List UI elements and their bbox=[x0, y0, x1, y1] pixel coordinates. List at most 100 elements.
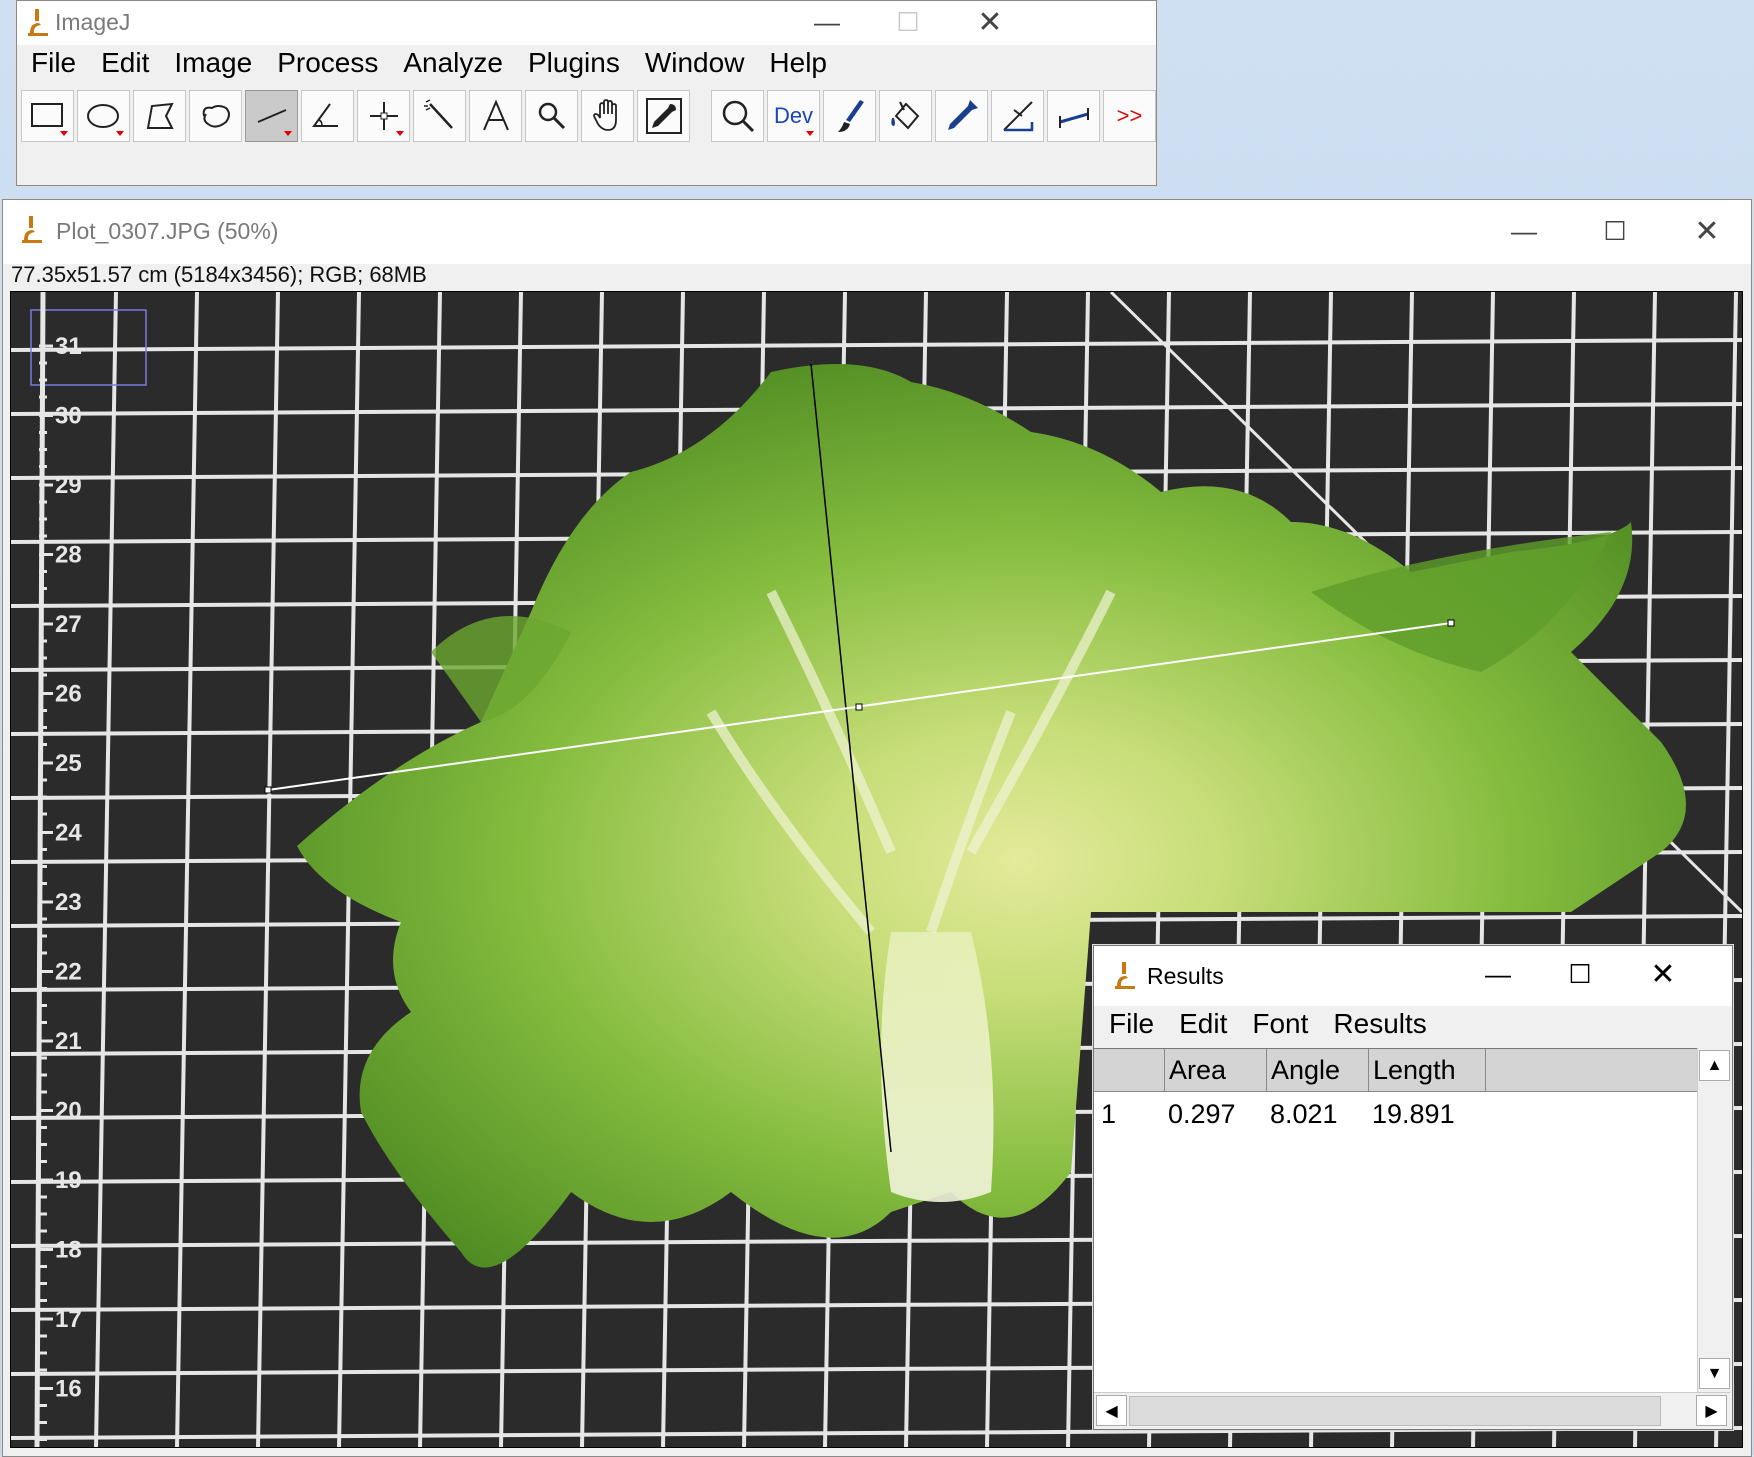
grid-line bbox=[94, 292, 118, 1447]
flood-fill-tool[interactable] bbox=[879, 90, 932, 142]
ruler-label: 28 bbox=[55, 542, 82, 569]
wand-icon bbox=[423, 99, 453, 129]
ruler-label: 22 bbox=[55, 959, 82, 986]
menu-window[interactable]: Window bbox=[645, 47, 745, 79]
straight-line-icon bbox=[257, 109, 286, 123]
column-header-length[interactable]: Length bbox=[1368, 1049, 1486, 1091]
window-title: ImageJ bbox=[55, 9, 131, 35]
menu-edit[interactable]: Edit bbox=[101, 47, 149, 79]
imagej-main-window: ImageJ — ☐ ✕ File Edit Image Process Ana… bbox=[16, 0, 1157, 186]
polygon-icon bbox=[146, 102, 174, 129]
text-icon bbox=[482, 99, 509, 131]
minimize-button[interactable]: — bbox=[812, 5, 842, 39]
scroll-left-arrow-icon[interactable]: ◀ bbox=[1096, 1395, 1127, 1426]
horizontal-scroll-thumb[interactable] bbox=[1129, 1396, 1661, 1426]
polygon-tool[interactable] bbox=[133, 90, 186, 142]
wand-tool[interactable] bbox=[413, 90, 466, 142]
maximize-button[interactable]: ☐ bbox=[1599, 214, 1631, 248]
crosshair-icon bbox=[369, 102, 398, 130]
cell-area: 0.297 bbox=[1168, 1099, 1236, 1129]
magnifier-tool[interactable] bbox=[525, 90, 578, 142]
horizontal-scrollbar[interactable]: ◀ ▶ bbox=[1094, 1392, 1730, 1428]
menu-analyze[interactable]: Analyze bbox=[403, 47, 503, 79]
maximize-button[interactable]: ☐ bbox=[1564, 956, 1596, 992]
magnifier-icon bbox=[538, 102, 565, 130]
menu-plugins[interactable]: Plugins bbox=[528, 47, 620, 79]
imagej-menubar: File Edit Image Process Analyze Plugins … bbox=[31, 47, 1156, 79]
ruler-label: 19 bbox=[55, 1167, 82, 1194]
more-tools-button[interactable]: >> bbox=[1103, 90, 1156, 142]
text-tool[interactable] bbox=[469, 90, 522, 142]
minimize-button[interactable]: — bbox=[1482, 956, 1514, 992]
ruler-label: 23 bbox=[55, 889, 82, 916]
grid-line bbox=[175, 292, 199, 1447]
hand-icon bbox=[592, 99, 617, 131]
results-titlebar[interactable]: Results — ☐ ✕ bbox=[1094, 946, 1732, 1006]
menu-process[interactable]: Process bbox=[277, 47, 378, 79]
close-button[interactable]: ✕ bbox=[1691, 214, 1723, 248]
selection-handle-start[interactable] bbox=[264, 786, 272, 794]
menu-font[interactable]: Font bbox=[1252, 1008, 1308, 1040]
measure-line-tool[interactable] bbox=[1047, 90, 1100, 142]
vertical-scrollbar[interactable]: ▲ ▼ bbox=[1697, 1048, 1731, 1393]
line-tool[interactable] bbox=[245, 90, 298, 142]
column-header-index[interactable] bbox=[1094, 1049, 1164, 1091]
minimize-button[interactable]: — bbox=[1508, 214, 1540, 248]
ruler-label: 16 bbox=[55, 1376, 82, 1403]
brush-icon bbox=[837, 100, 864, 132]
ruler-label: 21 bbox=[55, 1028, 82, 1055]
column-header-angle[interactable]: Angle bbox=[1266, 1049, 1368, 1091]
hand-tool[interactable] bbox=[581, 90, 634, 142]
grid-line bbox=[256, 292, 280, 1447]
menu-file[interactable]: File bbox=[31, 47, 76, 79]
ruler-label: 25 bbox=[55, 750, 82, 777]
ruler-label: 26 bbox=[55, 681, 82, 708]
menu-file[interactable]: File bbox=[1109, 1008, 1154, 1040]
point-tool[interactable] bbox=[357, 90, 410, 142]
ruler-label: 27 bbox=[55, 611, 82, 638]
freehand-tool[interactable] bbox=[189, 90, 242, 142]
close-button[interactable]: ✕ bbox=[975, 5, 1005, 39]
menu-image[interactable]: Image bbox=[174, 47, 252, 79]
microscope-icon bbox=[1114, 960, 1136, 995]
results-table[interactable]: Area Angle Length 1 0.297 8.021 19.891 bbox=[1094, 1048, 1697, 1392]
menu-edit[interactable]: Edit bbox=[1179, 1008, 1227, 1040]
oval-tool[interactable] bbox=[77, 90, 130, 142]
dropper-tool[interactable] bbox=[637, 90, 690, 142]
results-window: Results — ☐ ✕ File Edit Font Results Are… bbox=[1093, 945, 1733, 1430]
scroll-up-arrow-icon[interactable]: ▲ bbox=[1699, 1050, 1730, 1081]
developer-menu-tool[interactable]: Dev bbox=[767, 90, 820, 142]
color-picker-icon bbox=[645, 98, 682, 134]
image-info: 77.35x51.57 cm (5184x3456); RGB; 68MB bbox=[11, 262, 427, 287]
grid-line bbox=[11, 338, 1742, 352]
tool-bar: Dev >> bbox=[21, 90, 1159, 142]
ruler-label: 29 bbox=[55, 472, 82, 499]
rectangle-icon bbox=[30, 103, 63, 127]
ruler-label: 24 bbox=[55, 820, 82, 847]
menu-results[interactable]: Results bbox=[1333, 1008, 1426, 1040]
close-button[interactable]: ✕ bbox=[1647, 956, 1679, 992]
angle-icon bbox=[311, 103, 338, 127]
rectangle-tool[interactable] bbox=[21, 90, 74, 142]
rotate-tool[interactable] bbox=[991, 90, 1044, 142]
microscope-icon bbox=[27, 7, 49, 42]
row-index: 1 bbox=[1101, 1099, 1117, 1129]
maximize-button: ☐ bbox=[896, 6, 920, 37]
column-header-area[interactable]: Area bbox=[1164, 1049, 1266, 1091]
image-window-title: Plot_0307.JPG (50%) bbox=[56, 218, 279, 244]
table-header: Area Angle Length bbox=[1094, 1049, 1697, 1092]
brush-tool[interactable] bbox=[823, 90, 876, 142]
scroll-right-arrow-icon[interactable]: ▶ bbox=[1696, 1395, 1727, 1426]
image-titlebar[interactable]: Plot_0307.JPG (50%) — ☐ ✕ bbox=[3, 200, 1751, 264]
angle-tool[interactable] bbox=[301, 90, 354, 142]
pickup-tool[interactable] bbox=[935, 90, 988, 142]
selection-handle-end[interactable] bbox=[1447, 619, 1455, 627]
zoom-tool[interactable] bbox=[711, 90, 764, 142]
scroll-down-arrow-icon[interactable]: ▼ bbox=[1699, 1358, 1730, 1389]
selection-handle-middle[interactable] bbox=[855, 703, 863, 711]
measure-icon bbox=[1058, 108, 1089, 128]
menu-help[interactable]: Help bbox=[769, 47, 827, 79]
imagej-titlebar[interactable]: ImageJ — ☐ ✕ bbox=[17, 1, 1156, 45]
ruler-label: 18 bbox=[55, 1237, 82, 1264]
side-ruler: 31 30 29 28 27 26 25 24 23 22 21 20 19 18 17 16 bbox=[34, 292, 82, 1447]
